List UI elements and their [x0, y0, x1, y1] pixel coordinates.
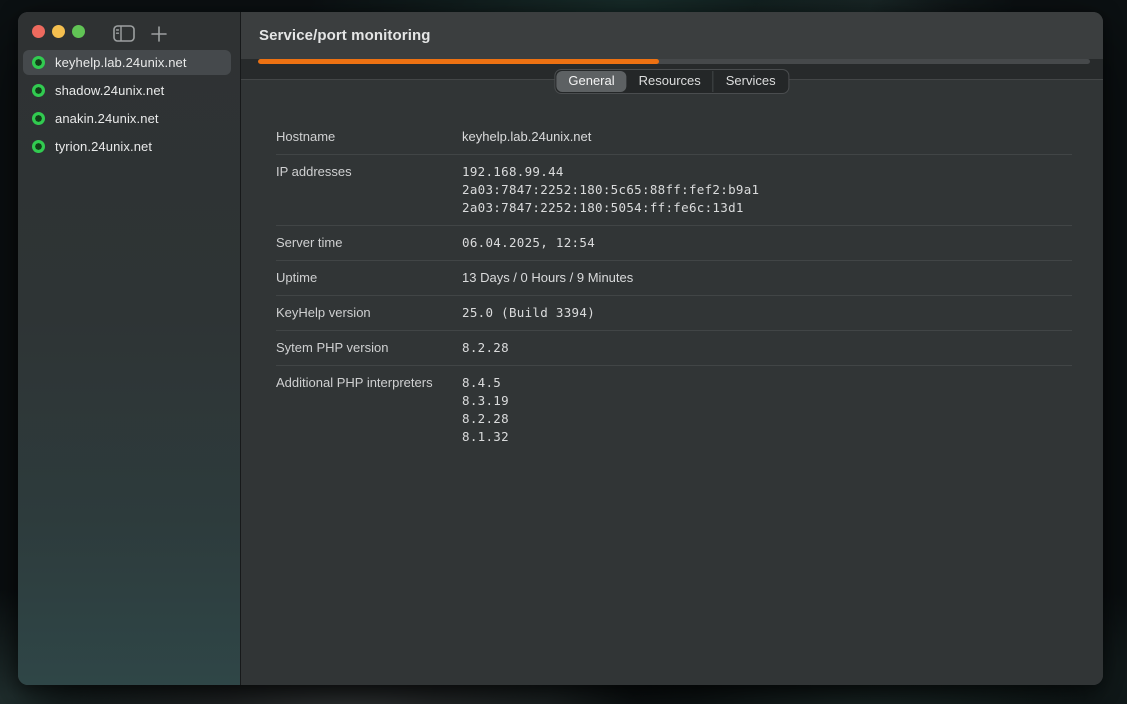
detail-values: 8.2.28 [462, 339, 1072, 357]
detail-label: Sytem PHP version [276, 339, 462, 357]
sidebar-item-server[interactable]: keyhelp.lab.24unix.net [23, 50, 231, 75]
detail-values: 13 Days / 0 Hours / 9 Minutes [462, 269, 1072, 287]
zoom-button[interactable] [72, 25, 85, 38]
traffic-lights [32, 25, 92, 43]
detail-label: Additional PHP interpreters [276, 374, 462, 446]
sidebar-item-server[interactable]: anakin.24unix.net [23, 106, 231, 131]
sidebar-item-server[interactable]: shadow.24unix.net [23, 78, 231, 103]
detail-value: 8.4.5 [462, 374, 1072, 392]
progress-zone: GeneralResourcesServices [241, 59, 1103, 80]
detail-value: 25.0 (Build 3394) [462, 304, 1072, 322]
detail-row: Sytem PHP version8.2.28 [276, 330, 1072, 365]
detail-row: Uptime13 Days / 0 Hours / 9 Minutes [276, 260, 1072, 295]
titlebar-controls [18, 12, 240, 40]
detail-value: 8.1.32 [462, 428, 1072, 446]
detail-label: Uptime [276, 269, 462, 287]
progress-bar [258, 59, 1090, 64]
status-online-icon [32, 56, 45, 69]
detail-label: KeyHelp version [276, 304, 462, 322]
server-name-label: shadow.24unix.net [55, 83, 164, 98]
tab-resources[interactable]: Resources [627, 71, 713, 92]
page-title: Service/port monitoring [259, 27, 431, 44]
detail-label: IP addresses [276, 163, 462, 217]
detail-values: 8.4.58.3.198.2.288.1.32 [462, 374, 1072, 446]
details-panel: Hostnamekeyhelp.lab.24unix.netIP address… [241, 80, 1103, 685]
detail-row: Server time06.04.2025, 12:54 [276, 225, 1072, 260]
detail-value: 13 Days / 0 Hours / 9 Minutes [462, 269, 1072, 287]
detail-row: Additional PHP interpreters8.4.58.3.198.… [276, 365, 1072, 454]
sidebar-toggle-icon[interactable] [113, 25, 135, 42]
sidebar: keyhelp.lab.24unix.net shadow.24unix.net a… [18, 12, 240, 685]
detail-value: 2a03:7847:2252:180:5c65:88ff:fef2:b9a1 [462, 181, 1072, 199]
app-window: keyhelp.lab.24unix.net shadow.24unix.net a… [18, 12, 1103, 685]
status-online-icon [32, 112, 45, 125]
detail-label: Hostname [276, 128, 462, 146]
sidebar-toolbar [113, 25, 168, 43]
status-online-icon [32, 140, 45, 153]
detail-values: keyhelp.lab.24unix.net [462, 128, 1072, 146]
detail-value: keyhelp.lab.24unix.net [462, 128, 1072, 146]
detail-values: 25.0 (Build 3394) [462, 304, 1072, 322]
tab-services[interactable]: Services [713, 71, 788, 92]
detail-values: 06.04.2025, 12:54 [462, 234, 1072, 252]
server-list: keyhelp.lab.24unix.net shadow.24unix.net a… [23, 50, 231, 159]
detail-label: Server time [276, 234, 462, 252]
detail-value: 2a03:7847:2252:180:5054:ff:fe6c:13d1 [462, 199, 1072, 217]
detail-value: 8.2.28 [462, 410, 1072, 428]
status-online-icon [32, 84, 45, 97]
detail-value: 8.3.19 [462, 392, 1072, 410]
tab-general[interactable]: General [556, 71, 626, 92]
detail-value: 06.04.2025, 12:54 [462, 234, 1072, 252]
minimize-button[interactable] [52, 25, 65, 38]
tab-bar: GeneralResourcesServices [554, 69, 789, 94]
plus-icon[interactable] [150, 25, 168, 43]
sidebar-item-server[interactable]: tyrion.24unix.net [23, 134, 231, 159]
server-name-label: keyhelp.lab.24unix.net [55, 55, 187, 70]
progress-fill [258, 59, 659, 64]
server-name-label: tyrion.24unix.net [55, 139, 152, 154]
detail-row: IP addresses192.168.99.442a03:7847:2252:… [276, 154, 1072, 225]
detail-values: 192.168.99.442a03:7847:2252:180:5c65:88f… [462, 163, 1072, 217]
close-button[interactable] [32, 25, 45, 38]
titlebar: Service/port monitoring [241, 12, 1103, 59]
main-panel: Service/port monitoring GeneralResources… [241, 12, 1103, 685]
detail-row: Hostnamekeyhelp.lab.24unix.net [276, 120, 1072, 154]
server-name-label: anakin.24unix.net [55, 111, 159, 126]
detail-value: 8.2.28 [462, 339, 1072, 357]
detail-row: KeyHelp version25.0 (Build 3394) [276, 295, 1072, 330]
details-table: Hostnamekeyhelp.lab.24unix.netIP address… [276, 120, 1072, 454]
detail-value: 192.168.99.44 [462, 163, 1072, 181]
